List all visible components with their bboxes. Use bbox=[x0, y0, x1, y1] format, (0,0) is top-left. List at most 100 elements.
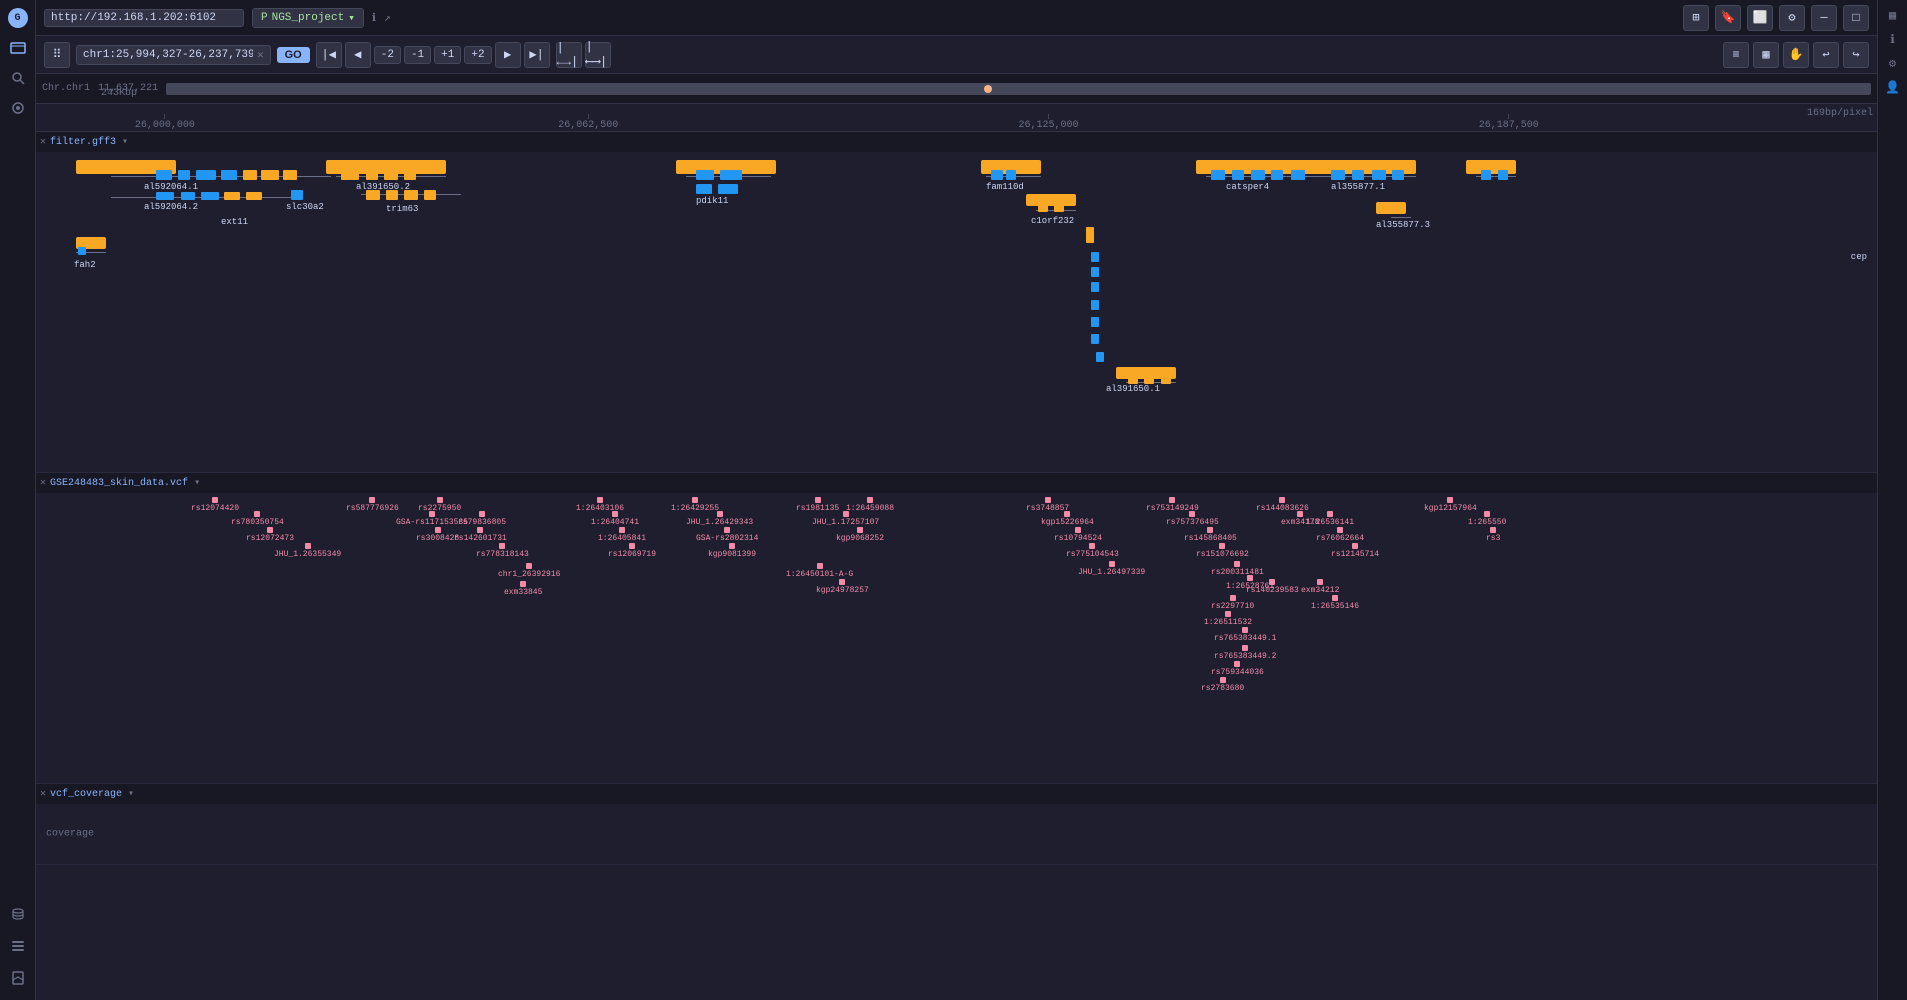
gene-al391650-1-exon2[interactable] bbox=[1091, 252, 1099, 262]
vcf-marker-1-26535146[interactable]: 1:26535146 bbox=[1311, 595, 1359, 611]
gene-al355877-3-block[interactable] bbox=[1376, 202, 1406, 214]
vcf-marker-1-265550[interactable]: 1:265550 bbox=[1468, 511, 1506, 527]
list-icon[interactable]: ≡ bbox=[1723, 42, 1749, 68]
chromosome-bar[interactable] bbox=[166, 83, 1871, 95]
right-info-icon[interactable]: ℹ bbox=[1882, 28, 1904, 50]
vcf-marker-1-26450101[interactable]: 1:26450101-A-G bbox=[786, 563, 853, 579]
gene-pdik11-exon4[interactable] bbox=[718, 184, 738, 194]
nav-next-icon[interactable]: ▶ bbox=[495, 42, 521, 68]
gene-c1orf232-exon2[interactable] bbox=[1054, 204, 1064, 212]
vcf-marker-rs142601731[interactable]: rs142601731 bbox=[454, 527, 507, 543]
vcf-marker-rs145868405[interactable]: rs145868405 bbox=[1184, 527, 1237, 543]
restore-icon[interactable]: ⊞ bbox=[1683, 5, 1709, 31]
vcf-marker-jhu-26429343[interactable]: JHU_1.26429343 bbox=[686, 511, 753, 527]
vcf-marker-rs765383449-1[interactable]: rs765383449.1 bbox=[1214, 627, 1276, 643]
gene-exon-4[interactable] bbox=[221, 170, 237, 180]
vcf-marker-chr1-26392916[interactable]: chr1_26392916 bbox=[498, 563, 560, 579]
gene-al391650-1-exon7[interactable] bbox=[1091, 334, 1099, 344]
location-input[interactable] bbox=[83, 49, 253, 61]
nav-dots-icon[interactable]: ⠿ bbox=[44, 42, 70, 68]
window-icon[interactable]: ⬜ bbox=[1747, 5, 1773, 31]
gene-catsper4-exon2[interactable] bbox=[1232, 170, 1244, 180]
minimize-icon[interactable]: ─ bbox=[1811, 5, 1837, 31]
hand-icon[interactable]: ✋ bbox=[1783, 42, 1809, 68]
gene-al391650-2-exon1[interactable] bbox=[341, 170, 359, 180]
gene-exon-7[interactable] bbox=[283, 170, 297, 180]
vcf-marker-exm33845[interactable]: exm33845 bbox=[504, 581, 542, 597]
gene-al391650-1-sub1[interactable] bbox=[1128, 376, 1138, 384]
gene-al355877-1-exon3[interactable] bbox=[1372, 170, 1386, 180]
settings-icon[interactable]: ⚙ bbox=[1779, 5, 1805, 31]
bookmark-icon[interactable] bbox=[4, 964, 32, 992]
gene-right1-exon1[interactable] bbox=[1481, 170, 1491, 180]
gene-exon-12[interactable] bbox=[246, 192, 262, 200]
vcf-marker-jhu-26497339[interactable]: JHU_1.26497339 bbox=[1078, 561, 1145, 577]
gene-c1orf232-block[interactable] bbox=[1026, 194, 1076, 206]
tools-icon[interactable] bbox=[4, 94, 32, 122]
vcf-marker-kgp9081399[interactable]: kgp9081399 bbox=[708, 543, 756, 559]
gene-pdik11-exon3[interactable] bbox=[696, 184, 712, 194]
gene-exon-8[interactable] bbox=[156, 192, 174, 200]
gene-fam110d-exon2[interactable] bbox=[1006, 170, 1016, 180]
vcf-marker-rs775104543[interactable]: rs775104543 bbox=[1066, 543, 1119, 559]
right-settings-icon[interactable]: ⚙ bbox=[1882, 52, 1904, 74]
fit-all-icon[interactable]: |⟵⟶| bbox=[585, 42, 611, 68]
app-logo-icon[interactable]: G bbox=[4, 4, 32, 32]
nav-prev-icon[interactable]: ◀ bbox=[345, 42, 371, 68]
go-button[interactable]: GO bbox=[277, 47, 310, 63]
tracks-container[interactable]: ✕ filter.gff3 ▾ al592064.1 bbox=[36, 132, 1877, 1000]
project-selector[interactable]: P NGS_project ▾ bbox=[252, 8, 364, 28]
gene-right1-block[interactable] bbox=[1466, 160, 1516, 174]
gene-al391650-1-exon1[interactable] bbox=[1086, 227, 1094, 243]
tracks-icon[interactable] bbox=[4, 932, 32, 960]
gene-pdik11-exon1[interactable] bbox=[696, 170, 714, 180]
right-grid-icon[interactable]: ▦ bbox=[1882, 4, 1904, 26]
vcf-marker-exm34212[interactable]: exm34212 bbox=[1301, 579, 1339, 595]
vcf-marker-rs76062664[interactable]: rs76062664 bbox=[1316, 527, 1364, 543]
gene-al391650-2-exon2[interactable] bbox=[366, 170, 378, 180]
undo-icon[interactable]: ↩ bbox=[1813, 42, 1839, 68]
data-icon[interactable] bbox=[4, 900, 32, 928]
gene-al355877-1-exon2[interactable] bbox=[1352, 170, 1364, 180]
zoom-minus2-btn[interactable]: -2 bbox=[374, 46, 401, 64]
zoom-plus2-btn[interactable]: +2 bbox=[464, 46, 491, 64]
vcf-marker-rs151076692[interactable]: rs151076692 bbox=[1196, 543, 1249, 559]
gene-al391650-1-exon5[interactable] bbox=[1091, 300, 1099, 310]
redo-icon[interactable]: ↪ bbox=[1843, 42, 1869, 68]
gene-pdik11-exon2[interactable] bbox=[720, 170, 742, 180]
gene-catsper4-exon1[interactable] bbox=[1211, 170, 1225, 180]
vcf-marker-rs12069719[interactable]: rs12069719 bbox=[608, 543, 656, 559]
gene-al391650-1-sub3[interactable] bbox=[1161, 376, 1171, 384]
gene-slc30a2-exon[interactable] bbox=[291, 190, 303, 200]
zoom-plus1-btn[interactable]: +1 bbox=[434, 46, 461, 64]
gene-track-close[interactable]: ✕ bbox=[40, 136, 46, 148]
vcf-marker-rs2297710[interactable]: rs2297710 bbox=[1211, 595, 1254, 611]
zoom-minus1-btn[interactable]: -1 bbox=[404, 46, 431, 64]
bookmark-nav-icon[interactable]: 🔖 bbox=[1715, 5, 1741, 31]
vcf-marker-rs780350754[interactable]: rs780350754 bbox=[231, 511, 284, 527]
info-icon[interactable]: ℹ bbox=[372, 11, 376, 25]
gene-exon-1[interactable] bbox=[156, 170, 172, 180]
maximize-icon[interactable]: □ bbox=[1843, 5, 1869, 31]
gene-al391650-1-sub2[interactable] bbox=[1144, 376, 1154, 384]
vcf-marker-jhu1[interactable]: JHU_1.26355349 bbox=[274, 543, 341, 559]
vcf-marker-kgp15226964[interactable]: kgp15226964 bbox=[1041, 511, 1094, 527]
gene-al355877-1-exon1[interactable] bbox=[1331, 170, 1345, 180]
location-clear-icon[interactable]: ✕ bbox=[257, 48, 264, 62]
nav-first-icon[interactable]: |◀ bbox=[316, 42, 342, 68]
gene-al391650-1-exon8[interactable] bbox=[1096, 352, 1104, 362]
vcf-marker-rs140239583[interactable]: rs140239583 bbox=[1246, 579, 1299, 595]
gene-trim63-exon3[interactable] bbox=[404, 190, 418, 200]
gene-al355877-1-exon4[interactable] bbox=[1392, 170, 1404, 180]
genome-browse-icon[interactable] bbox=[4, 34, 32, 62]
gene-al391650-2-exon4[interactable] bbox=[404, 170, 416, 180]
vcf-marker-rs587776926[interactable]: rs587776926 bbox=[346, 497, 399, 513]
gene-al391650-2-exon3[interactable] bbox=[384, 170, 398, 180]
fit-icon[interactable]: |←→| bbox=[556, 42, 582, 68]
coverage-track-name[interactable]: vcf_coverage ▾ bbox=[50, 788, 134, 800]
right-user-icon[interactable]: 👤 bbox=[1882, 76, 1904, 98]
gene-track-name[interactable]: filter.gff3 ▾ bbox=[50, 136, 128, 148]
vcf-marker-gsa-rs2802314[interactable]: GSA-rs2802314 bbox=[696, 527, 758, 543]
gene-exon-9[interactable] bbox=[181, 192, 195, 200]
nav-last-icon[interactable]: ▶| bbox=[524, 42, 550, 68]
